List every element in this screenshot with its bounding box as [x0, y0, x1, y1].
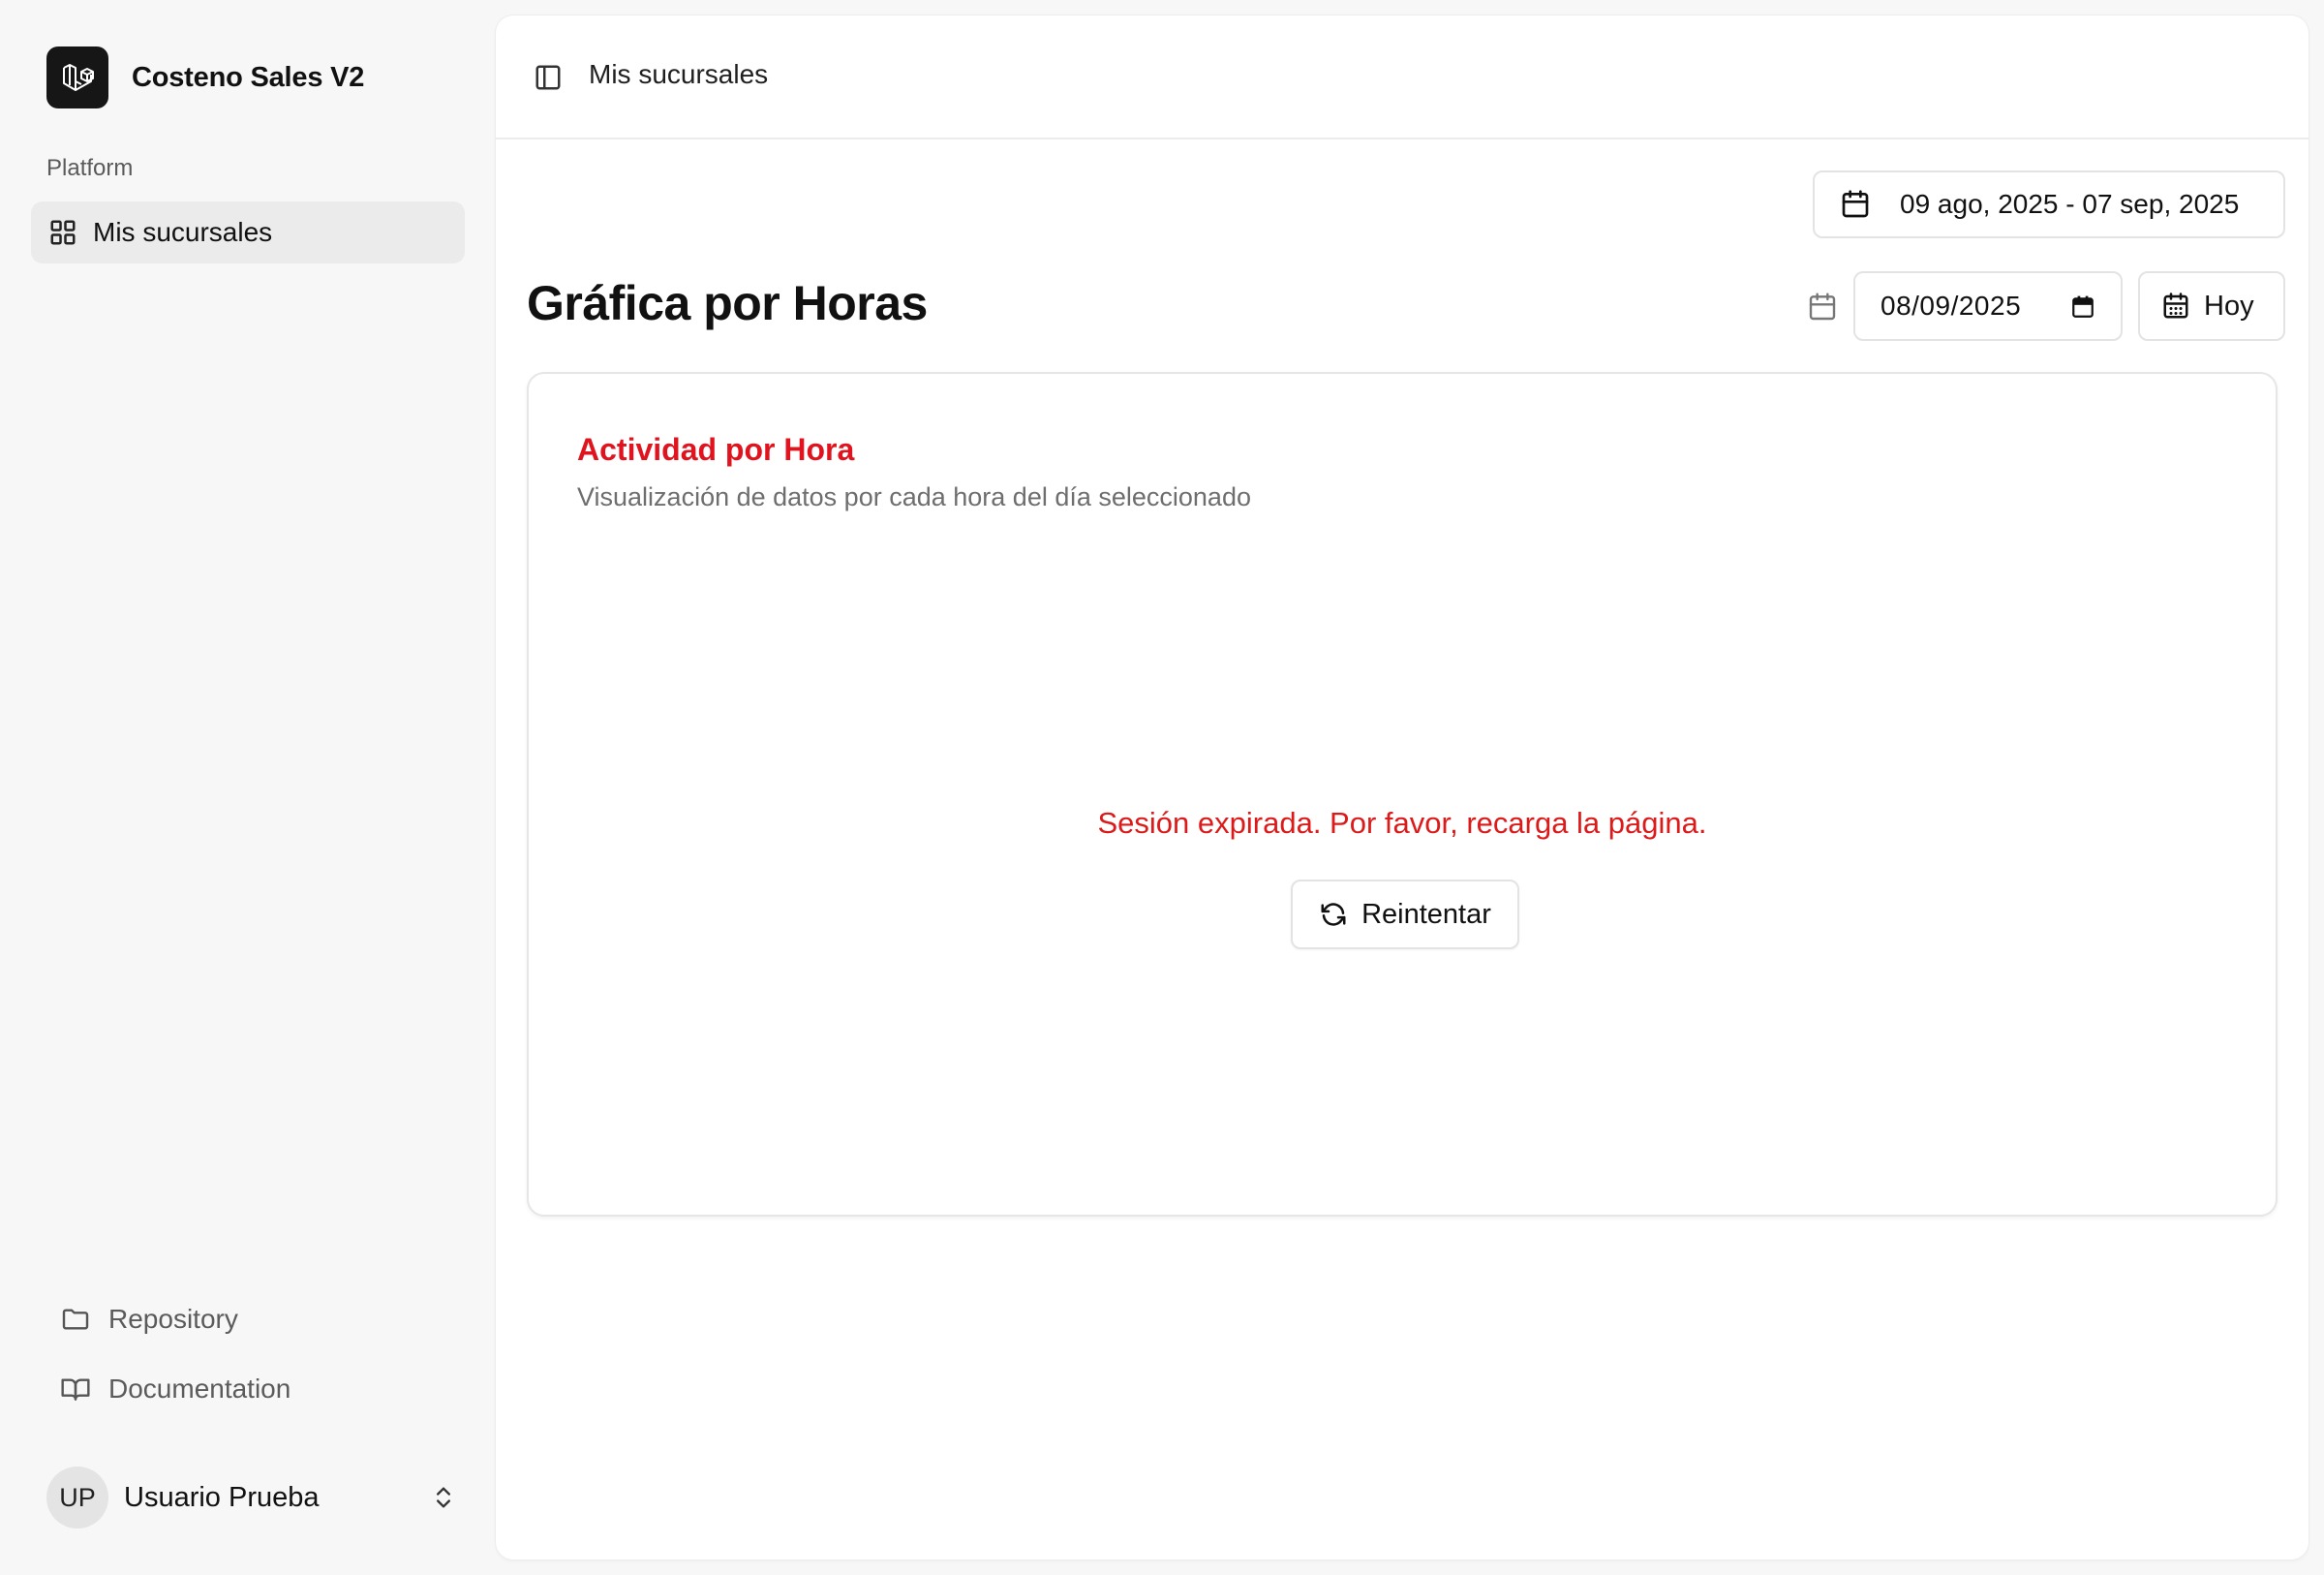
date-range-button[interactable]: 09 ago, 2025 - 07 sep, 2025 — [1813, 170, 2285, 238]
page-title: Gráfica por Horas — [527, 276, 928, 330]
user-name: Usuario Prueba — [124, 1481, 320, 1513]
error-message: Sesión expirada. Por favor, recarga la p… — [1097, 806, 1707, 840]
documentation-link[interactable]: Documentation — [60, 1366, 290, 1412]
refresh-icon — [1319, 900, 1348, 929]
user-menu[interactable]: UP Usuario Prueba — [46, 1467, 457, 1529]
panel-left-icon — [534, 63, 563, 92]
folder-icon — [60, 1304, 91, 1335]
repository-label: Repository — [108, 1304, 238, 1334]
hourly-activity-card: Actividad por Hora Visualización de dato… — [527, 372, 2278, 1217]
repository-link[interactable]: Repository — [60, 1296, 238, 1343]
retry-button[interactable]: Reintentar — [1291, 880, 1519, 949]
card-subtitle: Visualización de datos por cada hora del… — [577, 482, 1251, 511]
sidebar-toggle-button[interactable] — [531, 60, 566, 95]
sidebar-item-mis-sucursales[interactable]: Mis sucursales — [31, 201, 465, 263]
today-button[interactable]: Hoy — [2138, 271, 2285, 341]
date-picker-icon[interactable] — [2070, 294, 2095, 320]
date-range-label: 09 ago, 2025 - 07 sep, 2025 — [1900, 189, 2240, 219]
sidebar-item-label: Mis sucursales — [93, 217, 273, 247]
breadcrumb[interactable]: Mis sucursales — [589, 59, 768, 90]
avatar: UP — [46, 1467, 108, 1529]
grid-icon — [48, 218, 77, 247]
card-title: Actividad por Hora — [577, 432, 855, 467]
sidebar: Costeno Sales V2 Platform Mis sucursales… — [0, 0, 496, 1575]
calendar-days-icon — [2161, 292, 2190, 321]
brand[interactable]: Costeno Sales V2 — [46, 46, 364, 108]
app-name: Costeno Sales V2 — [132, 61, 365, 93]
sidebar-group-label: Platform — [46, 155, 134, 181]
main-panel: Mis sucursales 09 ago, 2025 - 07 sep, 20… — [496, 15, 2309, 1560]
date-input-value: 08/09/2025 — [1881, 291, 2022, 321]
book-icon — [60, 1374, 91, 1405]
calendar-icon — [1807, 292, 1838, 323]
top-bar: Mis sucursales — [496, 15, 2309, 139]
calendar-icon — [1840, 189, 1871, 220]
documentation-label: Documentation — [108, 1374, 291, 1404]
date-input[interactable]: 08/09/2025 — [1853, 271, 2123, 341]
chevrons-up-down-icon — [430, 1484, 457, 1511]
retry-label: Reintentar — [1361, 898, 1491, 930]
app-logo-icon — [46, 46, 108, 108]
today-label: Hoy — [2204, 290, 2254, 322]
